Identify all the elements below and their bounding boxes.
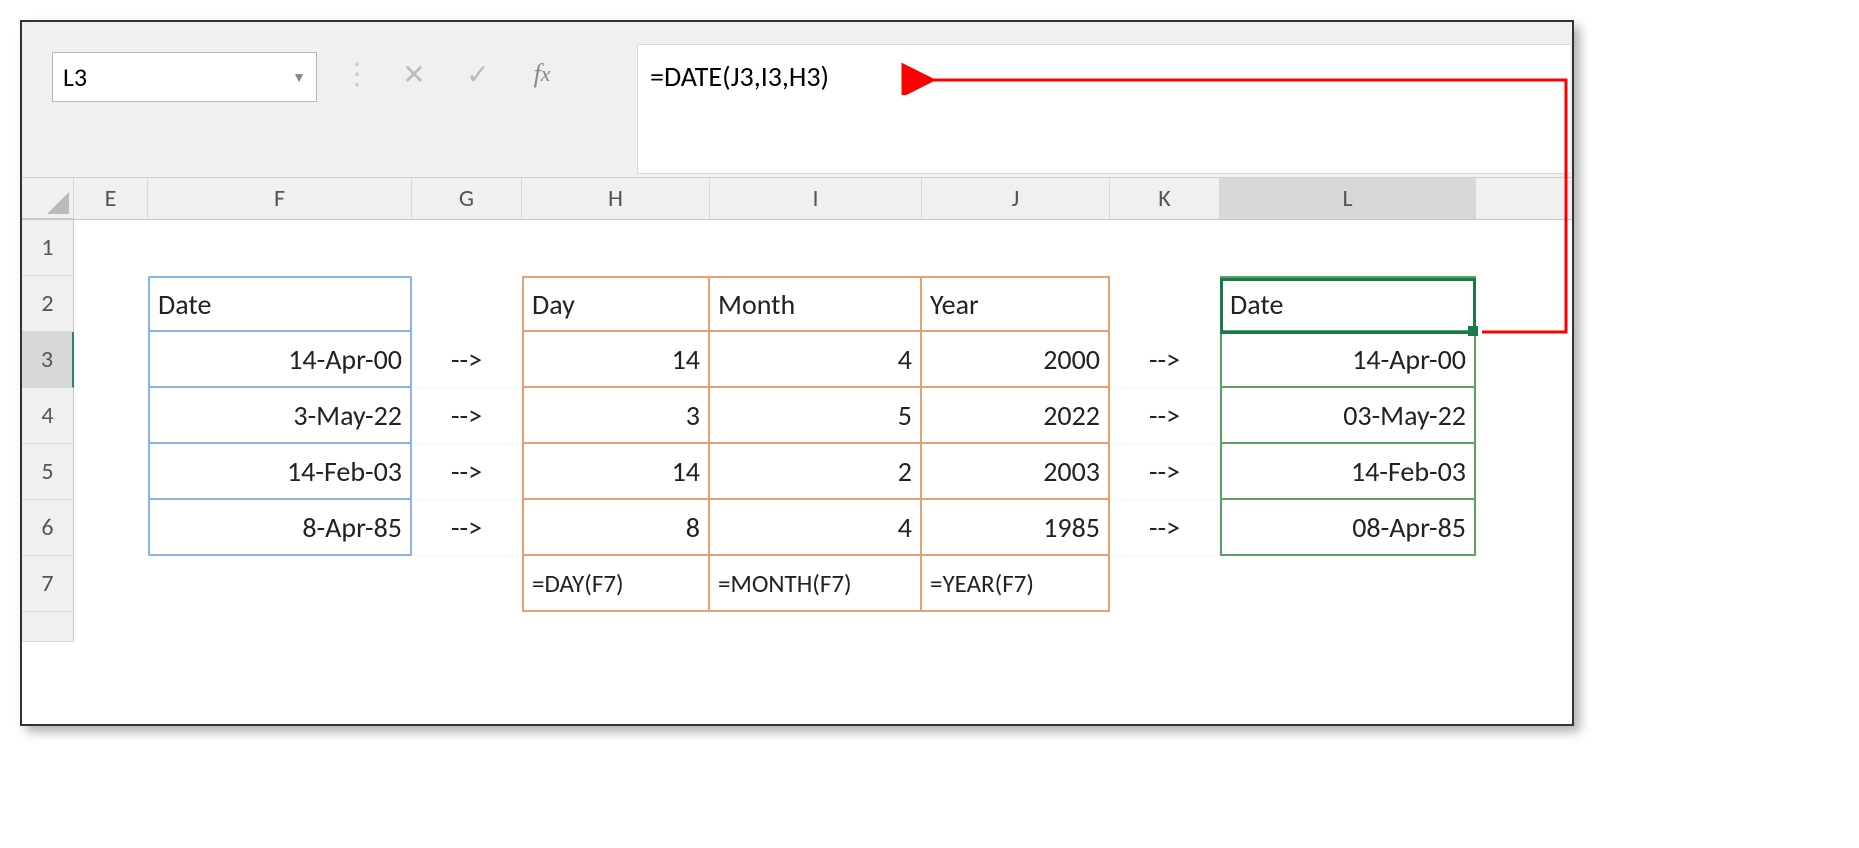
select-all-triangle[interactable]: [22, 178, 74, 219]
grid-rows: 1 2 Date Day Month Year Date 3 14-Apr-00…: [22, 220, 1572, 642]
cell-arrow[interactable]: -->: [412, 444, 522, 500]
cell[interactable]: [74, 276, 148, 332]
cell[interactable]: [1110, 220, 1220, 276]
fx-icon[interactable]: fx: [520, 52, 564, 96]
col-header[interactable]: G: [412, 178, 522, 219]
col-header[interactable]: H: [522, 178, 710, 219]
cell[interactable]: [74, 332, 148, 388]
cell[interactable]: [922, 612, 1110, 642]
cell[interactable]: 8: [522, 500, 710, 556]
cell[interactable]: =MONTH(F7): [710, 556, 922, 612]
cell[interactable]: =DAY(F7): [522, 556, 710, 612]
cell-arrow[interactable]: -->: [412, 388, 522, 444]
cell[interactable]: 08-Apr-85: [1220, 500, 1476, 556]
cell[interactable]: [710, 220, 922, 276]
cell[interactable]: [412, 220, 522, 276]
separator-icon: ⋮: [342, 56, 372, 93]
formula-bar-buttons: ⋮ ✕ ✓ fx: [342, 52, 564, 96]
row-header[interactable]: 1: [22, 220, 74, 276]
cell-arrow[interactable]: -->: [412, 500, 522, 556]
formula-bar-area: L3 ▼ ⋮ ✕ ✓ fx =DATE(J3,I3,H3): [22, 22, 1572, 178]
cell[interactable]: Date: [1220, 276, 1476, 332]
cell[interactable]: [710, 612, 922, 642]
cell[interactable]: 14-Feb-03: [148, 444, 412, 500]
cell[interactable]: [412, 612, 522, 642]
cell[interactable]: [522, 220, 710, 276]
col-header[interactable]: J: [922, 178, 1110, 219]
confirm-icon[interactable]: ✓: [456, 52, 500, 96]
cell[interactable]: 14: [522, 444, 710, 500]
cell[interactable]: 2000: [922, 332, 1110, 388]
column-headers: E F G H I J K L: [22, 178, 1572, 220]
cell[interactable]: Year: [922, 276, 1110, 332]
formula-input[interactable]: =DATE(J3,I3,H3): [637, 44, 1570, 174]
cell[interactable]: Month: [710, 276, 922, 332]
cell[interactable]: [1220, 612, 1476, 642]
cell-arrow[interactable]: -->: [1110, 444, 1220, 500]
cell[interactable]: =YEAR(F7): [922, 556, 1110, 612]
cell[interactable]: 5: [710, 388, 922, 444]
row-header[interactable]: 6: [22, 500, 74, 556]
col-header-active[interactable]: L: [1220, 178, 1476, 219]
cell-arrow[interactable]: -->: [412, 332, 522, 388]
row-header[interactable]: 7: [22, 556, 74, 612]
cell[interactable]: [74, 612, 148, 642]
name-box-value: L3: [63, 61, 87, 93]
cell[interactable]: 4: [710, 332, 922, 388]
cell[interactable]: [1110, 612, 1220, 642]
name-box[interactable]: L3 ▼: [52, 52, 317, 102]
row-header[interactable]: 2: [22, 276, 74, 332]
col-header[interactable]: K: [1110, 178, 1220, 219]
formula-text: =DATE(J3,I3,H3): [650, 59, 829, 94]
cell[interactable]: [74, 556, 148, 612]
col-header[interactable]: I: [710, 178, 922, 219]
cell[interactable]: [148, 612, 412, 642]
cell[interactable]: 14: [522, 332, 710, 388]
cell[interactable]: [148, 556, 412, 612]
chevron-down-icon[interactable]: ▼: [292, 69, 306, 86]
col-header[interactable]: F: [148, 178, 412, 219]
cell[interactable]: [1110, 556, 1220, 612]
cell[interactable]: Date: [148, 276, 412, 332]
cell[interactable]: 2: [710, 444, 922, 500]
cell[interactable]: [148, 220, 412, 276]
excel-window: L3 ▼ ⋮ ✕ ✓ fx =DATE(J3,I3,H3) E F G H I …: [20, 20, 1574, 726]
cell[interactable]: 14-Feb-03: [1220, 444, 1476, 500]
cell[interactable]: [74, 500, 148, 556]
cell-arrow[interactable]: -->: [1110, 388, 1220, 444]
cell[interactable]: [74, 220, 148, 276]
col-header[interactable]: E: [74, 178, 148, 219]
cell[interactable]: Day: [522, 276, 710, 332]
cell-arrow[interactable]: -->: [1110, 500, 1220, 556]
cell[interactable]: [1110, 276, 1220, 332]
cell[interactable]: [522, 612, 710, 642]
cell[interactable]: 03-May-22: [1220, 388, 1476, 444]
cell[interactable]: 2022: [922, 388, 1110, 444]
cell[interactable]: [922, 220, 1110, 276]
cell[interactable]: 4: [710, 500, 922, 556]
cell[interactable]: 8-Apr-85: [148, 500, 412, 556]
cell[interactable]: [1220, 556, 1476, 612]
cell[interactable]: [412, 556, 522, 612]
cell[interactable]: 2003: [922, 444, 1110, 500]
cell[interactable]: [74, 444, 148, 500]
cell[interactable]: [1220, 220, 1476, 276]
cell[interactable]: 14-Apr-00: [148, 332, 412, 388]
cell[interactable]: 3-May-22: [148, 388, 412, 444]
cell[interactable]: [74, 388, 148, 444]
cell-active[interactable]: 14-Apr-00: [1220, 332, 1476, 388]
row-header[interactable]: 5: [22, 444, 74, 500]
row-header[interactable]: [22, 612, 74, 642]
row-header-active[interactable]: 3: [22, 332, 74, 388]
cell[interactable]: [412, 276, 522, 332]
cancel-icon[interactable]: ✕: [392, 52, 436, 96]
cell-arrow[interactable]: -->: [1110, 332, 1220, 388]
cell[interactable]: 1985: [922, 500, 1110, 556]
cell[interactable]: 3: [522, 388, 710, 444]
row-header[interactable]: 4: [22, 388, 74, 444]
